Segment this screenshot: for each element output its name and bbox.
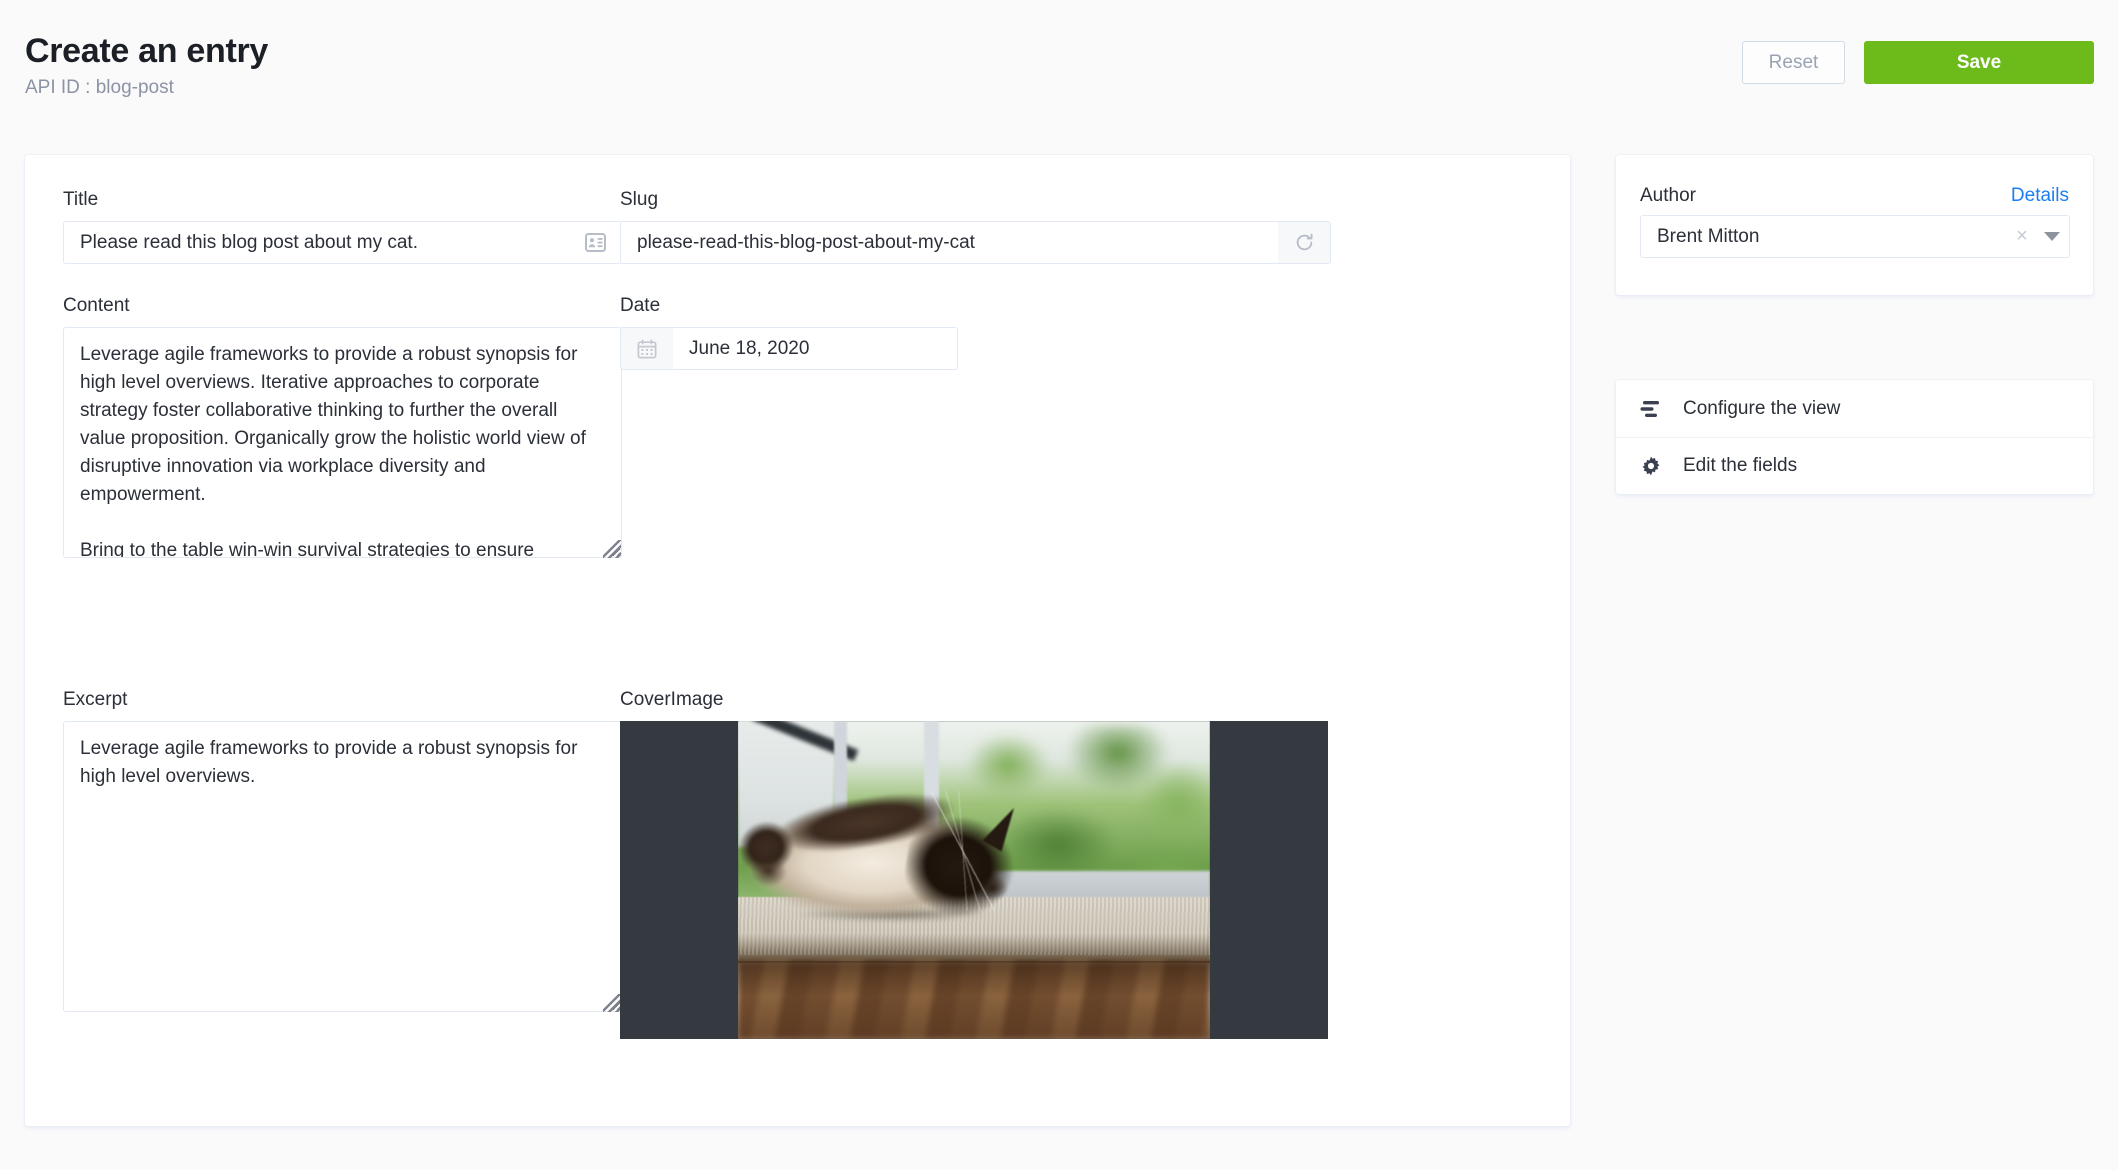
- sliders-icon: [1640, 398, 1662, 420]
- content-field-label: Content: [63, 295, 130, 316]
- page-header: Create an entry API ID : blog-post Reset…: [0, 0, 2118, 148]
- clear-icon[interactable]: ×: [2009, 225, 2035, 248]
- header-titles: Create an entry API ID : blog-post: [25, 31, 268, 100]
- configure-the-view-action[interactable]: Configure the view: [1616, 380, 2093, 437]
- slug-field-label: Slug: [620, 189, 659, 210]
- title-field-label-wrap: Title: [63, 189, 98, 211]
- author-select[interactable]: Brent Mitton ×: [1640, 215, 2070, 258]
- slug-input[interactable]: [621, 222, 1278, 263]
- configure-the-view-label: Configure the view: [1683, 397, 1841, 419]
- edit-the-fields-label: Edit the fields: [1683, 455, 1798, 476]
- api-id-label: API ID : blog-post: [25, 77, 174, 98]
- refresh-icon[interactable]: [1278, 222, 1330, 263]
- date-input[interactable]: [673, 328, 957, 369]
- gear-icon: [1640, 455, 1662, 477]
- page-title: Create an entry: [25, 32, 269, 70]
- chevron-down-icon[interactable]: [2035, 232, 2069, 241]
- photo-cat-whiskers: [888, 791, 1038, 911]
- cover-image-field-label: CoverImage: [620, 689, 724, 710]
- title-input[interactable]: [64, 222, 569, 263]
- photo-floor-sheen: [738, 961, 1210, 1039]
- content-textarea[interactable]: [63, 327, 622, 558]
- slug-input-shell[interactable]: [620, 221, 1331, 264]
- calendar-icon[interactable]: [621, 328, 673, 369]
- save-button[interactable]: Save: [1864, 41, 2094, 84]
- title-field-label: Title: [63, 189, 99, 210]
- excerpt-field-label: Excerpt: [63, 689, 128, 710]
- create-entry-page: Create an entry API ID : blog-post Reset…: [0, 0, 2118, 1170]
- author-details-link[interactable]: Details: [2011, 185, 2069, 207]
- author-label: Author: [1640, 185, 1696, 206]
- header-actions: Reset Save: [1742, 41, 2094, 84]
- contact-card-icon[interactable]: [569, 222, 621, 263]
- author-selected-value: Brent Mitton: [1657, 225, 1760, 247]
- content-field-label-wrap: Content: [63, 295, 130, 317]
- excerpt-field-label-wrap: Excerpt: [63, 689, 127, 711]
- reset-button[interactable]: Reset: [1742, 41, 1845, 84]
- slug-field-label-wrap: Slug: [620, 189, 658, 211]
- date-input-shell[interactable]: [620, 327, 958, 370]
- edit-the-fields-action[interactable]: Edit the fields: [1616, 437, 2093, 494]
- entry-actions-card: Configure the view Edit the fields: [1616, 380, 2093, 494]
- cover-image-field-label-wrap: CoverImage: [620, 689, 724, 711]
- author-card: Author Details Brent Mitton ×: [1616, 155, 2093, 295]
- date-field-label-wrap: Date: [620, 295, 660, 317]
- cover-image-photo: [738, 721, 1210, 1039]
- author-card-header: Author Details: [1640, 185, 2069, 207]
- excerpt-textarea[interactable]: [63, 721, 622, 1012]
- date-field-label: Date: [620, 295, 661, 316]
- cover-image-preview[interactable]: [620, 721, 1328, 1039]
- title-input-shell[interactable]: [63, 221, 622, 264]
- entry-form-card: Title Slug: [25, 155, 1570, 1126]
